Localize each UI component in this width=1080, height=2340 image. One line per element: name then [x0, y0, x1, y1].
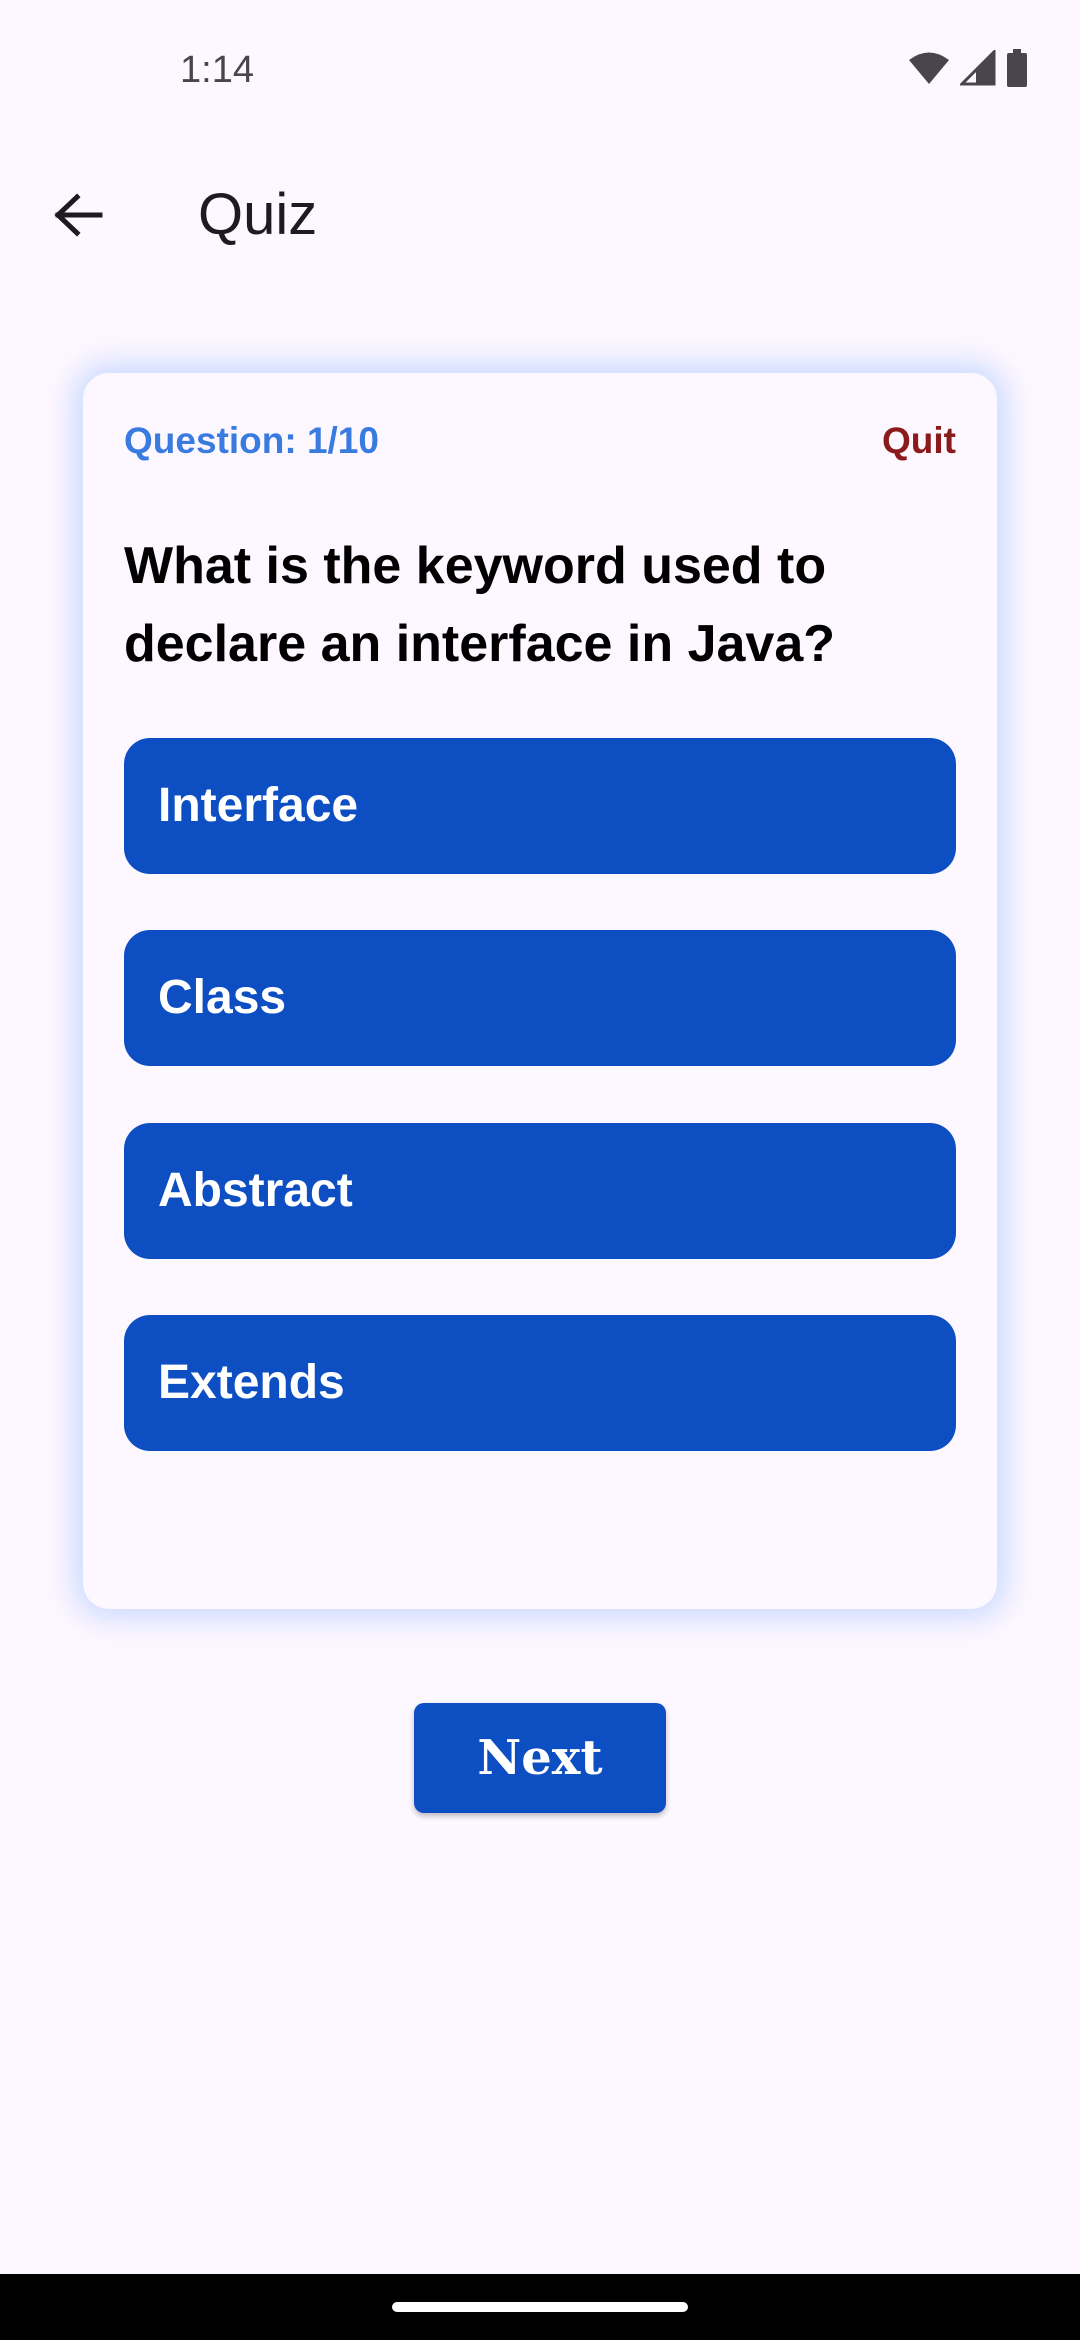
status-icons	[908, 47, 1028, 92]
navigation-bar	[0, 2274, 1080, 2340]
status-bar: 1:14	[0, 0, 1080, 140]
answer-option-interface[interactable]: Interface	[124, 738, 956, 874]
answer-option-abstract[interactable]: Abstract	[124, 1123, 956, 1259]
arrow-back-icon	[53, 192, 103, 242]
question-card: Question: 1/10 Quit What is the keyword …	[83, 373, 997, 1609]
question-counter: Question: 1/10	[124, 420, 379, 461]
quit-button[interactable]: Quit	[882, 419, 956, 463]
answer-option-class[interactable]: Class	[124, 930, 956, 1066]
answer-option-extends[interactable]: Extends	[124, 1315, 956, 1451]
wifi-icon	[908, 51, 950, 90]
signal-icon	[958, 47, 996, 91]
app-bar: Quiz	[0, 155, 1080, 275]
page-title: Quiz	[198, 182, 318, 247]
next-button[interactable]: Next	[414, 1703, 666, 1813]
question-text: What is the keyword used to declare an i…	[124, 537, 836, 673]
status-time: 1:14	[180, 49, 254, 91]
home-indicator[interactable]	[392, 2302, 688, 2312]
back-button[interactable]	[38, 177, 118, 257]
battery-icon	[1006, 48, 1028, 92]
